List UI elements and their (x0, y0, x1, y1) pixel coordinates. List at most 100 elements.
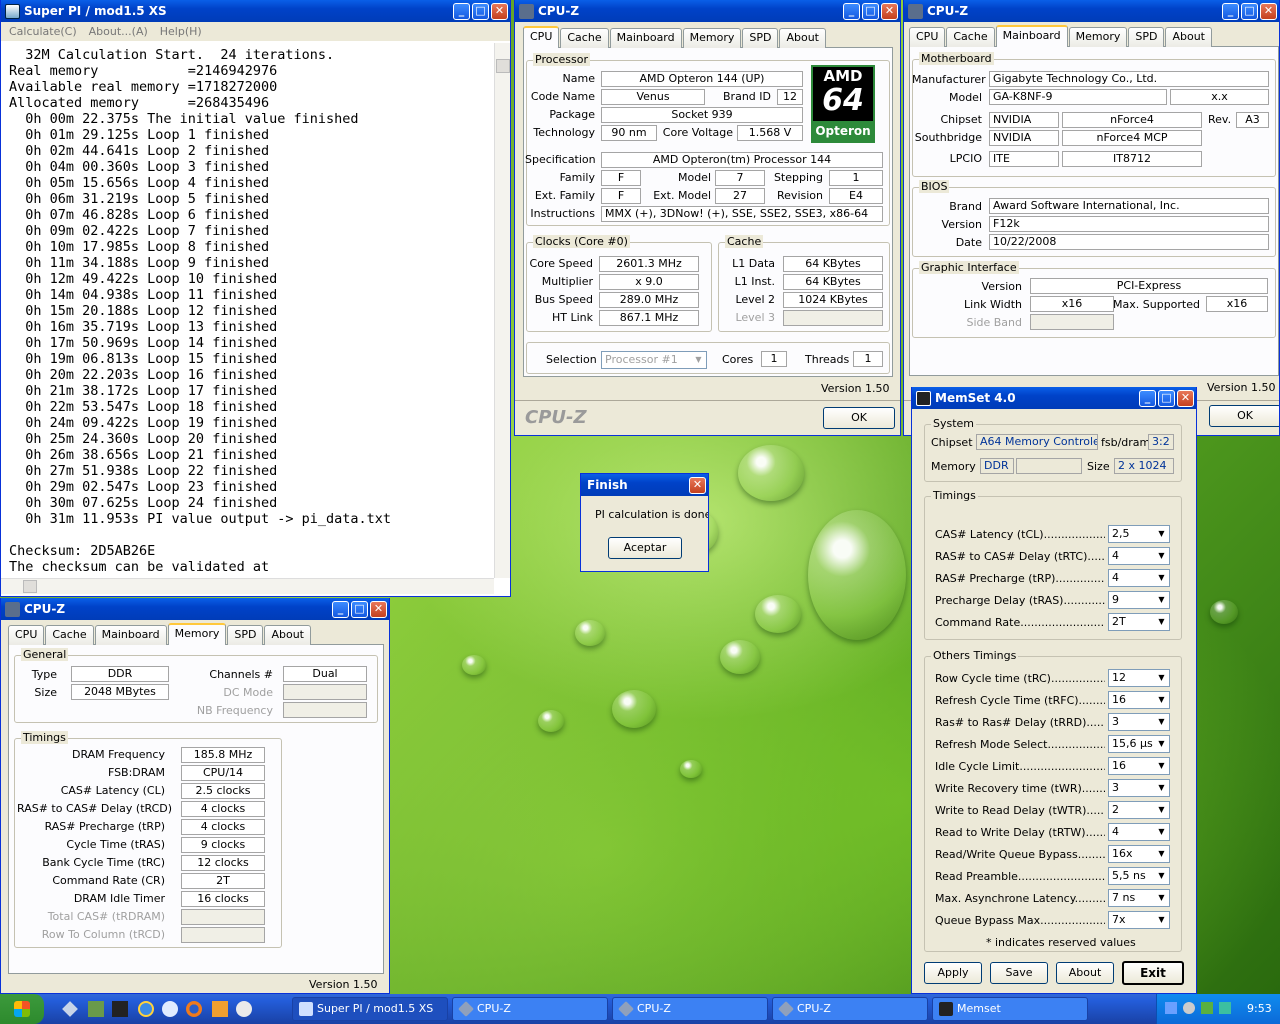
memset-timing-select[interactable]: 16 ▼ (1108, 757, 1170, 775)
taskbar-item-cpuz-2[interactable]: CPU-Z (612, 997, 768, 1021)
cpuz-titlebar[interactable]: CPU-Z _ □ ✕ (1, 598, 389, 620)
chevron-down-icon[interactable]: ▼ (1154, 614, 1169, 630)
chevron-down-icon[interactable]: ▼ (1154, 548, 1169, 564)
maximize-icon[interactable]: □ (862, 2, 879, 20)
memset-timing-select[interactable]: 7 ns ▼ (1108, 889, 1170, 907)
chevron-down-icon[interactable]: ▼ (1154, 780, 1169, 796)
maximize-icon[interactable]: □ (351, 600, 368, 618)
taskbar-item-cpuz-1[interactable]: CPU-Z (452, 997, 608, 1021)
tab-spd[interactable]: SPD (227, 625, 264, 645)
minimize-icon[interactable]: _ (1139, 389, 1156, 407)
tray-icon[interactable] (1201, 1002, 1213, 1014)
tab-about[interactable]: About (264, 625, 311, 645)
quicklaunch-browser-icon[interactable] (162, 1001, 178, 1017)
scroll-thumb[interactable] (23, 580, 37, 593)
tab-cpu[interactable]: CPU (8, 625, 45, 645)
memset-timing-select[interactable]: 3 ▼ (1108, 713, 1170, 731)
chevron-down-icon[interactable]: ▼ (1154, 824, 1169, 840)
tab-about[interactable]: About (779, 28, 826, 48)
tray-icon[interactable] (1165, 1002, 1177, 1014)
chevron-down-icon[interactable]: ▼ (1154, 526, 1169, 542)
minimize-icon[interactable]: _ (332, 600, 349, 618)
tab-mainboard[interactable]: Mainboard (995, 25, 1068, 47)
menu-help[interactable]: Help(H) (160, 22, 202, 41)
minimize-icon[interactable]: _ (843, 2, 860, 20)
close-icon[interactable]: ✕ (1260, 2, 1277, 20)
chevron-down-icon[interactable]: ▼ (1154, 758, 1169, 774)
quicklaunch-memset-icon[interactable] (112, 1001, 128, 1017)
memset-timing-select[interactable]: 4 ▼ (1108, 569, 1170, 587)
accept-button[interactable]: Aceptar (608, 537, 682, 559)
close-icon[interactable]: ✕ (491, 2, 508, 20)
maximize-icon[interactable]: □ (1158, 389, 1175, 407)
memset-timing-select[interactable]: 9 ▼ (1108, 591, 1170, 609)
internet-explorer-icon[interactable] (138, 1001, 154, 1017)
chevron-down-icon[interactable]: ▼ (1154, 868, 1169, 884)
menu-calculate[interactable]: Calculate(C) (9, 22, 77, 41)
memset-timing-select[interactable]: 3 ▼ (1108, 779, 1170, 797)
minimize-icon[interactable]: _ (1222, 2, 1239, 20)
memset-timing-select[interactable]: 2T ▼ (1108, 613, 1170, 631)
menu-about[interactable]: About...(A) (89, 22, 148, 41)
tab-about[interactable]: About (1165, 27, 1212, 47)
tray-icon[interactable] (1183, 1002, 1195, 1014)
chevron-down-icon[interactable]: ▼ (691, 352, 706, 368)
memset-timing-select[interactable]: 4 ▼ (1108, 823, 1170, 841)
quicklaunch-desktop-icon[interactable] (62, 1001, 78, 1017)
quicklaunch-tool-icon[interactable] (212, 1001, 228, 1017)
tab-mainboard[interactable]: Mainboard (94, 625, 167, 645)
firefox-icon[interactable] (186, 1001, 202, 1017)
chevron-down-icon[interactable]: ▼ (1154, 912, 1169, 928)
cpuz-titlebar[interactable]: CPU-Z _ □ ✕ (515, 0, 900, 22)
tab-spd[interactable]: SPD (742, 28, 779, 48)
vertical-scrollbar[interactable] (494, 43, 510, 578)
maximize-icon[interactable]: □ (1241, 2, 1258, 20)
chevron-down-icon[interactable]: ▼ (1154, 846, 1169, 862)
tab-memory[interactable]: Memory (1068, 27, 1128, 47)
memset-timing-select[interactable]: 15,6 µs ▼ (1108, 735, 1170, 753)
chevron-down-icon[interactable]: ▼ (1154, 714, 1169, 730)
memset-timing-select[interactable]: 16 ▼ (1108, 691, 1170, 709)
chevron-down-icon[interactable]: ▼ (1154, 570, 1169, 586)
memset-titlebar[interactable]: MemSet 4.0 _ □ ✕ (912, 387, 1196, 409)
close-icon[interactable]: ✕ (370, 600, 387, 618)
chevron-down-icon[interactable]: ▼ (1154, 736, 1169, 752)
tab-cache[interactable]: Cache (560, 28, 609, 48)
minimize-icon[interactable]: _ (453, 2, 470, 20)
close-icon[interactable]: ✕ (1177, 389, 1194, 407)
memset-timing-select[interactable]: 5,5 ns ▼ (1108, 867, 1170, 885)
tray-clock[interactable]: 9:53 (1247, 1002, 1272, 1016)
taskbar-item-cpuz-3[interactable]: CPU-Z (772, 997, 928, 1021)
exit-button[interactable]: Exit (1122, 961, 1184, 985)
tray-icon[interactable] (1219, 1002, 1231, 1014)
quicklaunch-app-icon[interactable] (88, 1001, 104, 1017)
taskbar-item-memset[interactable]: Memset (932, 997, 1088, 1021)
tab-memory[interactable]: Memory (167, 623, 227, 645)
chevron-down-icon[interactable]: ▼ (1154, 692, 1169, 708)
tab-spd[interactable]: SPD (1128, 27, 1165, 47)
ok-button[interactable]: OK (823, 407, 895, 429)
memset-timing-select[interactable]: 7x ▼ (1108, 911, 1170, 929)
about-button[interactable]: About (1056, 962, 1114, 984)
memset-timing-select[interactable]: 4 ▼ (1108, 547, 1170, 565)
memset-timing-select[interactable]: 16x ▼ (1108, 845, 1170, 863)
chevron-down-icon[interactable]: ▼ (1154, 890, 1169, 906)
media-player-icon[interactable] (236, 1001, 252, 1017)
tab-cpu[interactable]: CPU (523, 26, 560, 48)
taskbar-item-superpi[interactable]: Super PI / mod1.5 XS (292, 997, 448, 1021)
scroll-thumb[interactable] (496, 59, 510, 73)
close-icon[interactable]: ✕ (689, 476, 706, 494)
apply-button[interactable]: Apply (924, 962, 982, 984)
processor-select[interactable]: Processor #1 ▼ (601, 351, 707, 369)
chevron-down-icon[interactable]: ▼ (1154, 802, 1169, 818)
tab-mainboard[interactable]: Mainboard (609, 28, 682, 48)
dialog-titlebar[interactable]: Finish ✕ (581, 474, 708, 496)
ok-button[interactable]: OK (1209, 405, 1279, 427)
close-icon[interactable]: ✕ (881, 2, 898, 20)
horizontal-scrollbar[interactable] (1, 578, 494, 594)
tab-cache[interactable]: Cache (45, 625, 94, 645)
tab-memory[interactable]: Memory (682, 28, 742, 48)
chevron-down-icon[interactable]: ▼ (1154, 592, 1169, 608)
maximize-icon[interactable]: □ (472, 2, 489, 20)
tab-cpu[interactable]: CPU (909, 27, 946, 47)
